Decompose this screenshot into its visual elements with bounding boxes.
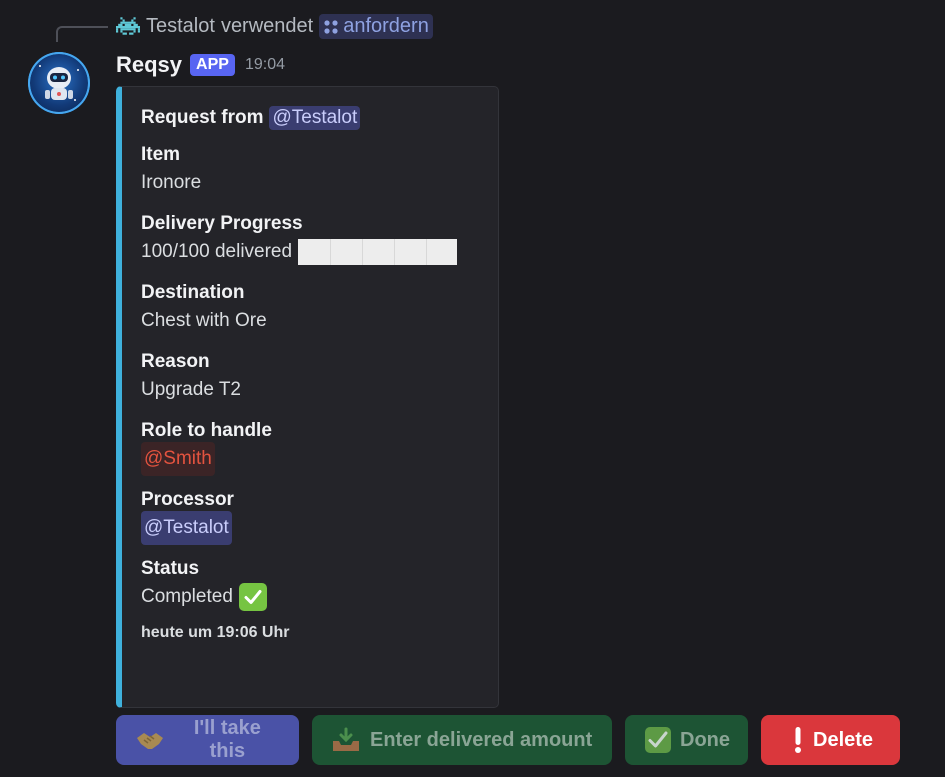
field-name: Destination [141, 282, 245, 303]
discord-chat-view: Testalot verwendet anfordern Reqsy APP 1… [0, 0, 945, 777]
message-header: Reqsy APP 19:04 [116, 50, 285, 80]
role-mention[interactable]: @Smith [141, 442, 215, 476]
command-reply-line[interactable]: Testalot verwendet anfordern [116, 12, 433, 40]
inbox-tray-icon [330, 726, 362, 754]
field-value: 100/100 delivered [141, 236, 484, 268]
delete-label: Delete [813, 728, 874, 751]
done-button[interactable]: Done [625, 715, 748, 765]
field-name: Delivery Progress [141, 213, 303, 234]
field-value: Ironore [141, 172, 202, 193]
field-value: Upgrade T2 [141, 379, 241, 400]
app-badge: APP [190, 54, 235, 76]
progress-bar [298, 239, 458, 265]
field-name: Status [141, 558, 200, 579]
app-command-icon [323, 18, 339, 34]
requester-mention[interactable]: @Testalot [269, 106, 361, 130]
field-value: @Testalot [141, 511, 484, 545]
action-buttons: I'll take this Enter delivered amount Do… [116, 715, 900, 765]
embed-author: Request from @Testalot [141, 103, 484, 133]
robot-avatar [28, 52, 90, 114]
processor-mention[interactable]: @Testalot [141, 511, 232, 545]
take-this-label: I'll take this [193, 717, 261, 762]
field-status: Status Completed [141, 557, 484, 613]
take-this-button[interactable]: I'll take this [116, 715, 299, 765]
check-mark-icon [643, 726, 672, 754]
enter-delivered-amount-label: Enter delivered amount [370, 728, 593, 751]
field-name: Processor [141, 489, 234, 510]
progress-text: 100/100 delivered [141, 241, 293, 262]
field-delivery-progress: Delivery Progress 100/100 delivered [141, 212, 484, 268]
embed-author-prefix: Request from [141, 107, 264, 128]
reply-username[interactable]: Testalot [146, 15, 215, 38]
enter-delivered-amount-button[interactable]: Enter delivered amount [312, 715, 612, 765]
command-mention[interactable]: anfordern [319, 13, 433, 39]
done-label: Done [680, 728, 730, 751]
reply-action: verwendet [220, 14, 314, 37]
status-text: Completed [141, 586, 233, 607]
field-value: @Smith [141, 442, 484, 476]
field-value: Chest with Ore [141, 310, 267, 331]
embed-footer-timestamp: heute um 19:06 Uhr [141, 624, 290, 641]
field-name: Reason [141, 351, 210, 372]
field-processor: Processor @Testalot [141, 488, 484, 545]
space-invader-icon [116, 17, 140, 35]
command-name: anfordern [343, 14, 429, 37]
handshake-icon [134, 726, 166, 754]
field-item: Item Ironore [141, 143, 484, 199]
field-name: Role to handle [141, 420, 272, 441]
field-value: Completed [141, 581, 484, 613]
check-mark-icon [238, 583, 267, 611]
reply-spine [56, 26, 108, 42]
delete-button[interactable]: Delete [761, 715, 900, 765]
message-timestamp[interactable]: 19:04 [245, 56, 285, 74]
request-embed: Request from @Testalot Item Ironore Deli… [116, 86, 499, 708]
field-destination: Destination Chest with Ore [141, 281, 484, 337]
field-reason: Reason Upgrade T2 [141, 350, 484, 406]
exclamation-icon [791, 726, 805, 754]
progress-fill [298, 239, 458, 265]
field-name: Item [141, 144, 181, 165]
avatar[interactable] [28, 52, 90, 114]
author-name[interactable]: Reqsy [116, 52, 182, 78]
field-role: Role to handle @Smith [141, 419, 484, 476]
